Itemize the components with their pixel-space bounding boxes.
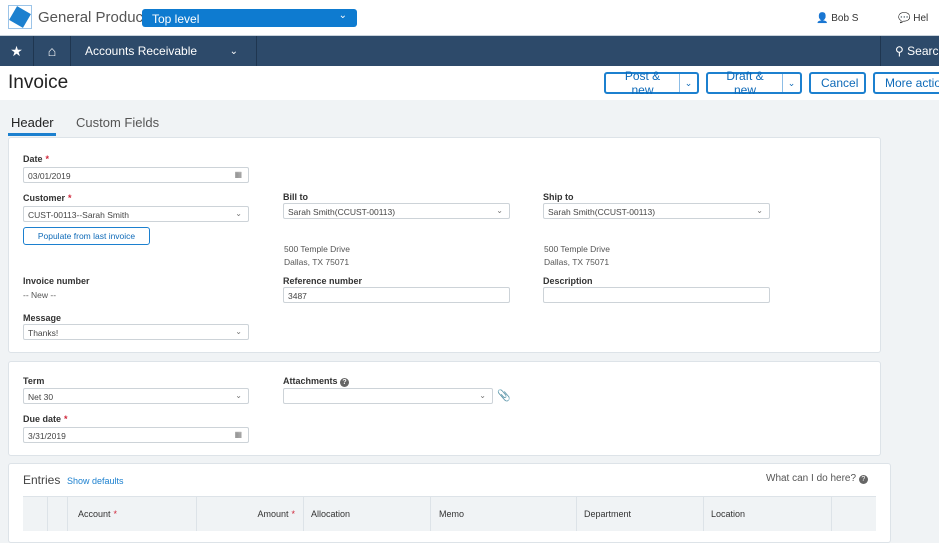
column-select [23,497,48,531]
module-menu[interactable]: Accounts Receivable ⌄ [71,36,257,66]
date-label: Date * [23,154,50,164]
due-date-label: Due date * [23,414,68,424]
reference-number-label: Reference number [283,276,363,286]
term-label: Term [23,376,45,386]
customer-select[interactable]: CUST-00113--Sarah Smith ⌄ [23,206,249,222]
invoice-number-label: Invoice number [23,276,90,286]
tab-header[interactable]: Header [11,115,54,130]
draft-new-label: Draft & new [726,69,764,97]
post-new-label: Post & new [624,69,661,97]
chevron-down-icon: ⌄ [235,209,242,218]
bill-to-select[interactable]: Sarah Smith(CCUST-00113) ⌄ [283,203,510,219]
chevron-down-icon: ⌄ [235,327,242,336]
entries-title: Entries [23,473,61,487]
module-label: Accounts Receivable [85,44,198,58]
column-allocation[interactable]: Allocation [304,497,431,531]
column-amount[interactable]: Amount * [197,497,304,531]
home-icon: ⌂ [47,43,57,59]
tab-custom-fields[interactable]: Custom Fields [76,115,159,130]
help-menu[interactable]: 💬 Hel [898,13,928,24]
help-label: Hel [913,13,929,24]
cancel-label: Cancel [821,76,859,90]
more-actions-button[interactable]: More action [873,72,939,94]
ship-to-select[interactable]: Sarah Smith(CCUST-00113) ⌄ [543,203,770,219]
search-button[interactable]: ⚲ Search [880,36,939,66]
date-field[interactable]: 03/01/2019 ▦ [23,167,249,183]
message-label: Message [23,313,62,323]
user-menu[interactable]: 👤 Bob S [816,13,858,24]
description-input[interactable] [543,287,770,303]
chevron-down-icon: ⌄ [479,391,486,400]
chevron-down-icon: ⌄ [338,10,347,21]
chevron-down-icon: ⌄ [756,206,763,215]
entity-label: Top level [152,12,200,26]
search-icon: ⚲ [895,44,904,58]
ship-address-line2: Dallas, TX 75071 [544,257,610,267]
draft-new-button[interactable]: Draft & new ⌄ [706,69,802,97]
product-name: General Product [38,9,148,26]
ship-to-value: Sarah Smith(CCUST-00113) [548,207,656,217]
customer-label: Customer * [23,193,72,203]
favorites-button[interactable]: ★ [0,36,34,66]
column-actions [48,497,68,531]
column-memo[interactable]: Memo [431,497,577,531]
populate-from-last-invoice-button[interactable]: Populate from last invoice [23,227,150,245]
term-value: Net 30 [28,392,54,402]
chevron-down-icon: ⌄ [496,206,503,215]
ship-to-label: Ship to [543,192,574,202]
message-value: Thanks! [28,328,59,338]
paperclip-icon[interactable]: 📎 [497,389,511,402]
calendar-icon[interactable]: ▦ [234,430,242,439]
user-name: Bob S [831,13,859,24]
chevron-down-icon[interactable]: ⌄ [679,74,697,92]
bill-to-label: Bill to [283,192,308,202]
logo-icon [8,5,32,29]
search-label: Search [907,44,939,58]
attachments-label: Attachments ? [283,376,350,387]
star-icon: ★ [10,42,23,59]
due-date-value: 3/31/2019 [28,431,66,441]
page-title: Invoice [8,72,69,93]
ship-address-line1: 500 Temple Drive [544,244,610,254]
chat-icon: 💬 [898,13,911,24]
column-account[interactable]: Account * [68,497,197,531]
help-icon: ? [858,475,868,484]
column-department[interactable]: Department [577,497,704,531]
chevron-down-icon: ⌄ [235,391,242,400]
reference-number-input[interactable]: 3487 [283,287,510,303]
bill-address-line2: Dallas, TX 75071 [284,257,350,267]
date-value: 03/01/2019 [28,171,71,181]
customer-value: CUST-00113--Sarah Smith [28,210,129,220]
chevron-down-icon[interactable]: ⌄ [782,74,800,92]
entity-selector[interactable]: Top level ⌄ [142,9,357,27]
active-tab-indicator [8,133,56,136]
attachments-select[interactable]: ⌄ [283,388,493,404]
help-icon: ? [340,378,350,387]
more-actions-label: More action [885,76,939,90]
cancel-button[interactable]: Cancel [809,72,866,94]
description-label: Description [543,276,593,286]
chevron-down-icon: ⌄ [229,45,238,57]
what-can-i-do-link[interactable]: What can I do here? ? [766,473,868,484]
invoice-number-value: -- New -- [23,290,57,300]
column-location[interactable]: Location [704,497,832,531]
bill-address-line1: 500 Temple Drive [284,244,350,254]
term-select[interactable]: Net 30 ⌄ [23,388,249,404]
bill-to-value: Sarah Smith(CCUST-00113) [288,207,396,217]
show-defaults-link[interactable]: Show defaults [67,476,124,486]
calendar-icon[interactable]: ▦ [234,170,242,179]
nav-bar: ★ ⌂ Accounts Receivable ⌄ ⚲ Search [0,36,939,66]
message-select[interactable]: Thanks! ⌄ [23,324,249,340]
post-new-button[interactable]: Post & new ⌄ [604,69,699,97]
due-date-field[interactable]: 3/31/2019 ▦ [23,427,249,443]
home-button[interactable]: ⌂ [34,36,71,66]
user-icon: 👤 [816,13,829,24]
